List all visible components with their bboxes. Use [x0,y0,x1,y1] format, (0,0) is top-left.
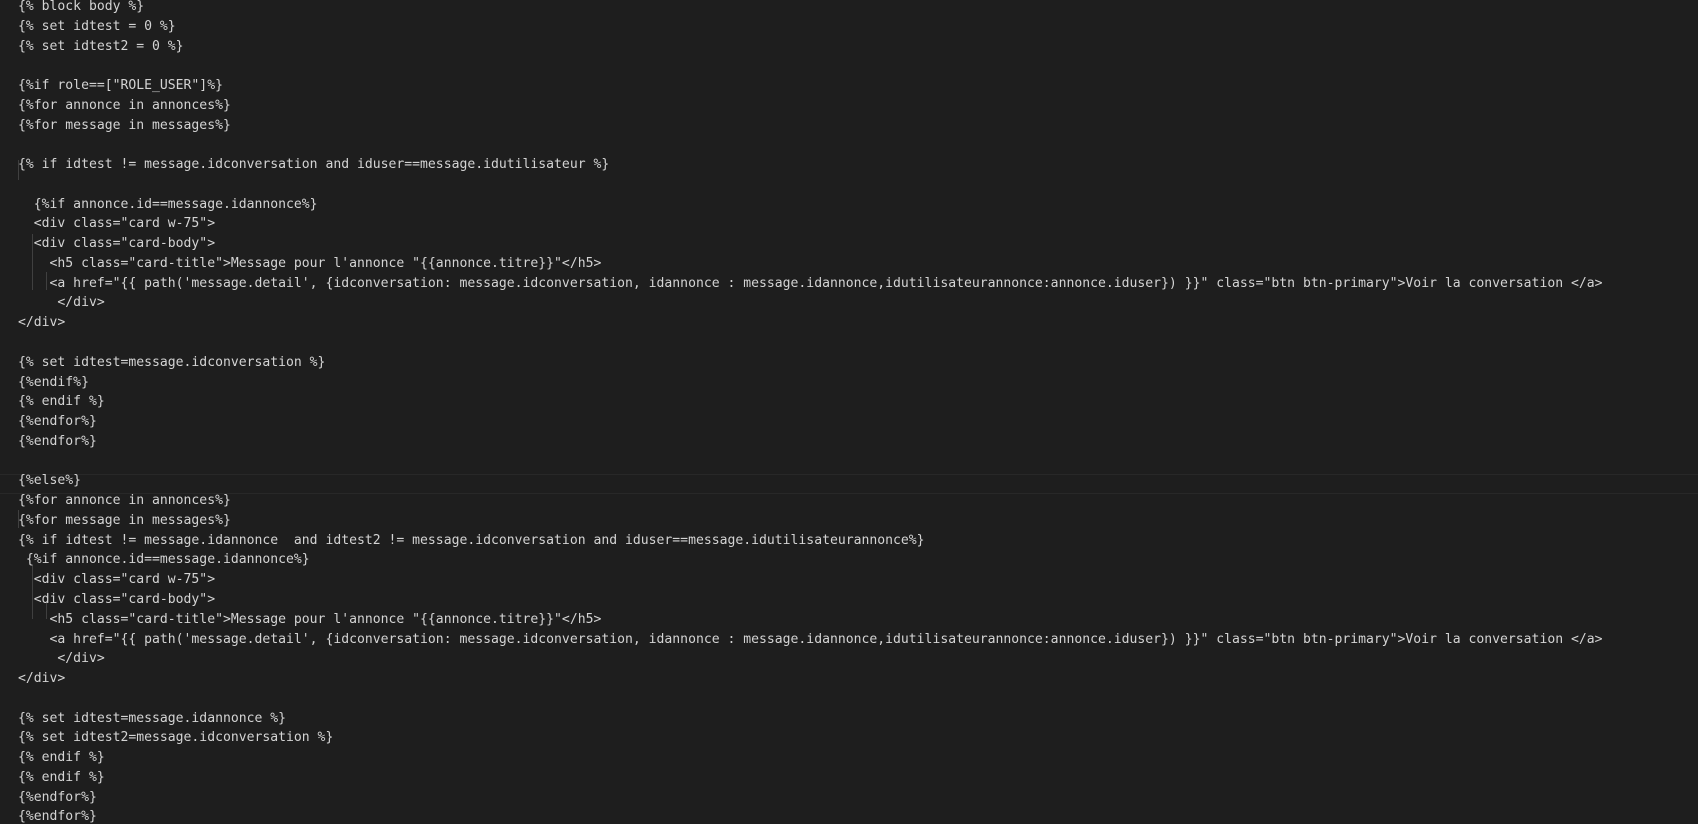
code-line[interactable]: {%if annonce.id==message.idannonce%} [18,195,1698,215]
code-line[interactable]: {%for message in messages%} [18,116,1698,136]
code-line[interactable]: {% endif %} [18,768,1698,788]
code-line[interactable]: {%for annonce in annonces%} [18,96,1698,116]
code-line[interactable]: <a href="{{ path('message.detail', {idco… [18,274,1698,294]
code-line[interactable]: <h5 class="card-title">Message pour l'an… [18,254,1698,274]
code-line[interactable]: {% set idtest2 = 0 %} [18,37,1698,57]
code-line[interactable]: <div class="card-body"> [18,234,1698,254]
code-line[interactable] [18,56,1698,76]
code-line[interactable]: {%for message in messages%} [18,511,1698,531]
code-line[interactable]: {% if idtest != message.idannonce and id… [18,531,1698,551]
code-line[interactable]: </div> [18,669,1698,689]
code-line[interactable]: {%if annonce.id==message.idannonce%} [18,550,1698,570]
code-line[interactable]: {%endif%} [18,373,1698,393]
code-line[interactable]: {%endfor%} [18,807,1698,824]
code-line[interactable] [18,135,1698,155]
code-line[interactable]: {% endif %} [18,748,1698,768]
code-line[interactable]: <div class="card w-75"> [18,570,1698,590]
code-line[interactable]: {%else%} [18,471,1698,491]
code-line[interactable] [18,175,1698,195]
code-line[interactable]: {% endif %} [18,392,1698,412]
code-line[interactable]: {% if idtest != message.idconversation a… [18,155,1698,175]
code-line[interactable] [18,689,1698,709]
code-line[interactable]: {% set idtest = 0 %} [18,17,1698,37]
code-line[interactable]: {% set idtest=message.idannonce %} [18,709,1698,729]
code-line[interactable] [18,452,1698,472]
code-line[interactable]: <a href="{{ path('message.detail', {idco… [18,630,1698,650]
code-line[interactable]: </div> [18,313,1698,333]
code-line[interactable]: {%for annonce in annonces%} [18,491,1698,511]
code-line[interactable]: <div class="card w-75"> [18,214,1698,234]
code-line[interactable]: </div> [18,649,1698,669]
code-line[interactable]: {% set idtest=message.idconversation %} [18,353,1698,373]
code-line[interactable]: {%endfor%} [18,788,1698,808]
code-line[interactable]: <h5 class="card-title">Message pour l'an… [18,610,1698,630]
code-line[interactable]: {% set idtest2=message.idconversation %} [18,728,1698,748]
code-line[interactable]: {%endfor%} [18,432,1698,452]
code-line[interactable]: {%if role==["ROLE_USER"]%} [18,76,1698,96]
code-editor[interactable]: {% block body %} {% set idtest = 0 %} {% s… [0,0,1698,824]
code-line[interactable]: {% block body %} [18,0,1698,17]
code-line[interactable]: </div> [18,293,1698,313]
code-line[interactable] [18,333,1698,353]
code-line[interactable]: <div class="card-body"> [18,590,1698,610]
code-line[interactable]: {%endfor%} [18,412,1698,432]
code-content[interactable]: {% block body %} {% set idtest = 0 %} {% s… [18,0,1698,824]
